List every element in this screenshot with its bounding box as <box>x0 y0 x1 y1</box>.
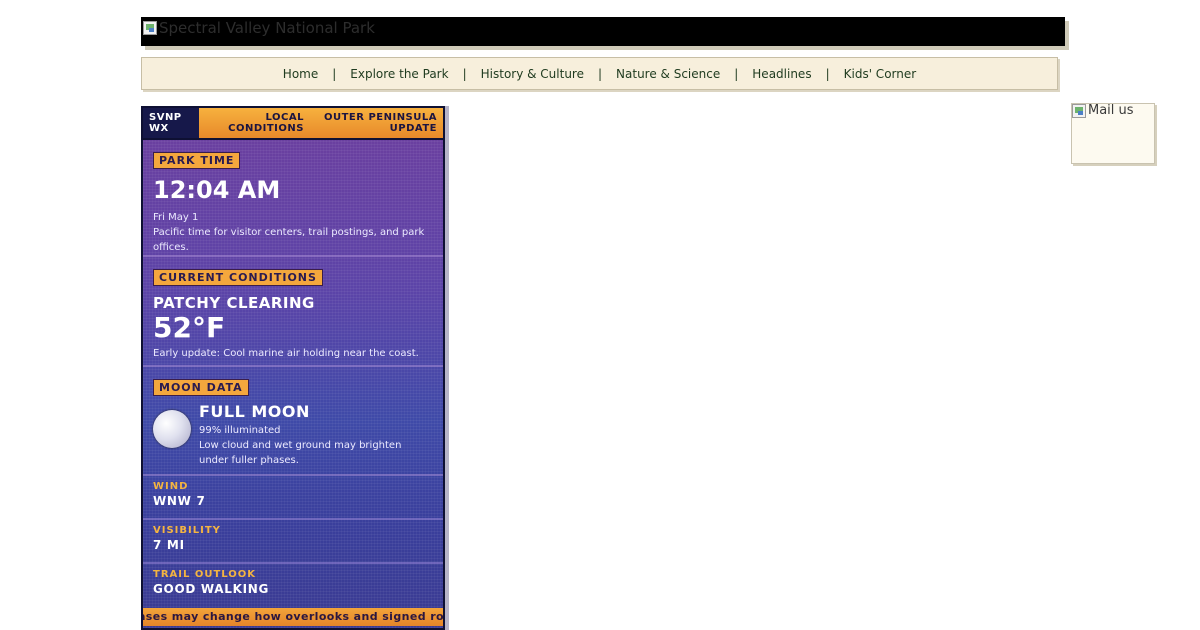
widget-brand: SVNP WX <box>143 108 199 138</box>
stat-label: VISIBILITY <box>153 525 221 536</box>
broken-image-icon <box>1072 104 1086 118</box>
full-moon-icon <box>153 410 191 448</box>
moon-data-section: MOON DATA FULL MOON 99% illuminated Low … <box>143 367 443 476</box>
tab-line-1: LOCAL <box>265 112 304 123</box>
stat-label: WIND <box>153 481 189 492</box>
nav-separator: | <box>462 66 467 81</box>
stat-value: GOOD WALKING <box>153 582 270 596</box>
park-time-value: 12:04 AM <box>153 176 281 204</box>
park-banner[interactable]: Spectral Valley National Park <box>141 17 1065 46</box>
nav-separator: | <box>734 66 739 81</box>
current-conditions-section: CURRENT CONDITIONS PATCHY CLEARING 52°F … <box>143 257 443 367</box>
nav-separator: | <box>597 66 603 81</box>
banner-image: Spectral Valley National Park <box>143 19 375 37</box>
brand-line-1: SVNP <box>149 112 182 123</box>
tab-line-2: CONDITIONS <box>228 123 304 134</box>
stat-label: TRAIL OUTLOOK <box>153 569 257 580</box>
visibility-stat: VISIBILITY 7 MI <box>143 520 443 564</box>
park-time-label: PARK TIME <box>153 152 241 169</box>
nav-nature-science[interactable]: Nature & Science <box>614 67 722 81</box>
tab-local-conditions[interactable]: LOCAL CONDITIONS <box>228 112 304 138</box>
moon-row: FULL MOON 99% illuminated Low cloud and … <box>153 402 433 468</box>
ticker-text: n phases may change how overlooks and si… <box>143 610 443 623</box>
brand-line-2: WX <box>149 123 169 134</box>
widget-tabs: LOCAL CONDITIONS OUTER PENINSULA UPDATE <box>199 108 443 138</box>
nav-home[interactable]: Home <box>281 67 320 81</box>
mail-image: Mail us <box>1072 104 1134 118</box>
temperature-value: 52°F <box>153 311 226 344</box>
wind-stat: WIND WNW 7 <box>143 476 443 520</box>
nav-separator: | <box>332 66 337 81</box>
stat-value: 7 MI <box>153 538 185 552</box>
nav-kids-corner[interactable]: Kids' Corner <box>842 67 919 81</box>
news-ticker: n phases may change how overlooks and si… <box>143 608 443 626</box>
moon-phase: FULL MOON <box>199 402 310 421</box>
conditions-note: Early update: Cool marine air holding ne… <box>153 348 419 359</box>
mail-us-link[interactable]: Mail us <box>1071 103 1155 164</box>
moon-note: Low cloud and wet ground may brighten un… <box>199 440 402 466</box>
widget-header: SVNP WX LOCAL CONDITIONS OUTER PENINSULA… <box>143 108 443 140</box>
nav-headlines[interactable]: Headlines <box>750 67 813 81</box>
banner-alt-text: Spectral Valley National Park <box>159 19 375 37</box>
park-date: Fri May 1 <box>153 212 199 223</box>
stat-value: WNW 7 <box>153 494 206 508</box>
broken-image-icon <box>143 21 157 35</box>
moon-details: FULL MOON 99% illuminated Low cloud and … <box>199 402 433 468</box>
nav-separator: | <box>825 66 830 81</box>
nav-explore-the-park[interactable]: Explore the Park <box>348 67 450 81</box>
park-time-note: Pacific time for visitor centers, trail … <box>153 227 425 253</box>
weather-widget: SVNP WX LOCAL CONDITIONS OUTER PENINSULA… <box>141 106 445 630</box>
tab-outer-peninsula-update[interactable]: OUTER PENINSULA UPDATE <box>324 112 437 138</box>
moon-illumination: 99% illuminated <box>199 425 281 436</box>
moon-data-label: MOON DATA <box>153 379 249 396</box>
trail-outlook-stat: TRAIL OUTLOOK GOOD WALKING <box>143 564 443 608</box>
conditions-summary: PATCHY CLEARING <box>153 294 315 312</box>
tab-line-1: OUTER PENINSULA <box>323 112 437 123</box>
current-conditions-label: CURRENT CONDITIONS <box>153 269 323 286</box>
mail-alt-text: Mail us <box>1088 103 1134 118</box>
main-nav: Home | Explore the Park | History & Cult… <box>141 57 1058 90</box>
park-time-section: PARK TIME 12:04 AM Fri May 1 Pacific tim… <box>143 140 443 257</box>
nav-history-culture[interactable]: History & Culture <box>479 67 586 81</box>
tab-line-2: UPDATE <box>389 123 437 134</box>
